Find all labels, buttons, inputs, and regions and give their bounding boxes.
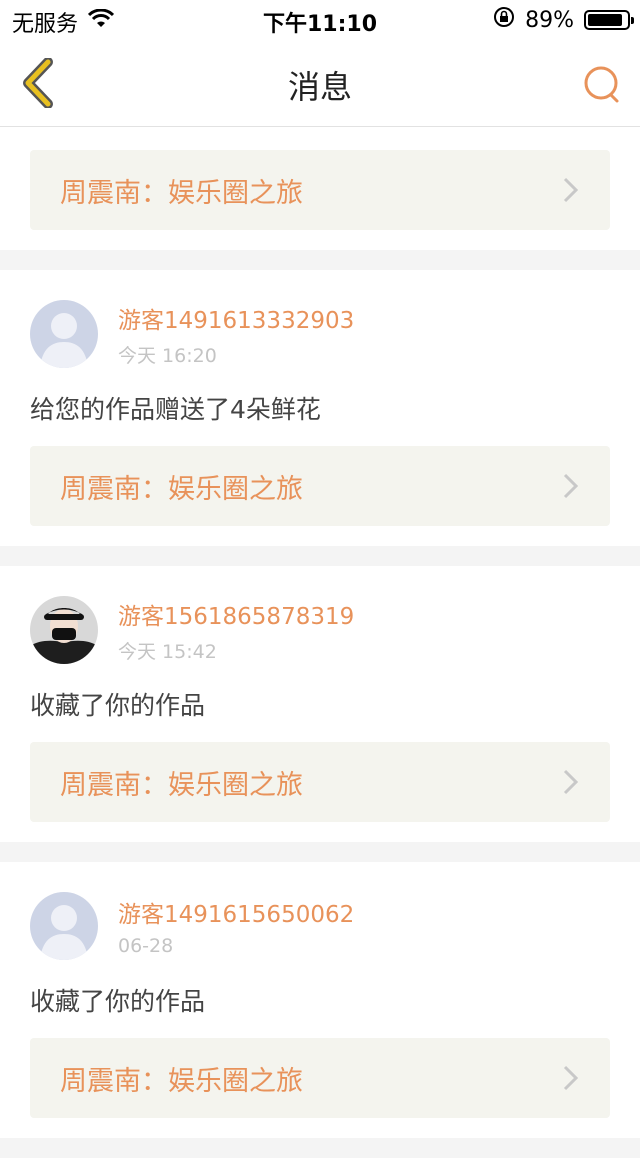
username[interactable]: 游客1491615650062 xyxy=(118,895,354,929)
message-text: 给您的作品赠送了4朵鲜花 xyxy=(30,395,321,424)
battery-icon xyxy=(584,10,634,30)
status-right: 89% xyxy=(493,6,634,34)
search-button[interactable] xyxy=(582,64,622,104)
message-header: 游客1561865878319 今天 15:42 xyxy=(30,566,610,664)
message-card: 周震南：娱乐圈之旅 xyxy=(0,127,640,250)
work-title: 周震南：娱乐圈之旅 xyxy=(60,1065,303,1097)
search-icon xyxy=(584,66,619,103)
page-title: 消息 xyxy=(287,68,352,106)
avatar[interactable] xyxy=(30,892,98,960)
divider xyxy=(0,250,640,270)
work-link[interactable]: 周震南：娱乐圈之旅 xyxy=(30,446,610,526)
work-link[interactable]: 周震南：娱乐圈之旅 xyxy=(30,1038,610,1118)
work-link[interactable]: 周震南：娱乐圈之旅 xyxy=(30,150,610,230)
rotation-lock-icon xyxy=(493,6,515,34)
avatar[interactable] xyxy=(30,596,98,664)
default-avatar-icon xyxy=(30,300,98,368)
work-title: 周震南：娱乐圈之旅 xyxy=(60,177,303,209)
divider xyxy=(0,1138,640,1158)
work-title: 周震南：娱乐圈之旅 xyxy=(60,473,303,505)
chevron-right-icon xyxy=(563,769,579,795)
work-title: 周震南：娱乐圈之旅 xyxy=(60,769,303,801)
chevron-right-icon xyxy=(563,1065,579,1091)
message-text: 收藏了你的作品 xyxy=(30,987,206,1016)
chevron-right-icon xyxy=(563,473,579,499)
timestamp: 今天 16:20 xyxy=(118,344,217,367)
battery-fill xyxy=(588,14,622,26)
avatar[interactable] xyxy=(30,300,98,368)
message-card: 游客1561865878319 今天 15:42 收藏了你的作品 周震南：娱乐圈… xyxy=(0,566,640,842)
username[interactable]: 游客1561865878319 xyxy=(118,597,354,631)
username[interactable]: 游客1491613332903 xyxy=(118,301,354,335)
navbar: 消息 xyxy=(0,40,640,127)
message-meta: 游客1561865878319 今天 15:42 xyxy=(118,597,354,664)
message-card: 游客1491615650062 06-28 收藏了你的作品 周震南：娱乐圈之旅 xyxy=(0,862,640,1138)
message-meta: 游客1491613332903 今天 16:20 xyxy=(118,301,354,368)
message-header: 游客1491615650062 06-28 xyxy=(30,862,610,960)
default-avatar-icon xyxy=(30,892,98,960)
timestamp: 今天 15:42 xyxy=(118,640,217,663)
timestamp: 06-28 xyxy=(118,935,174,957)
divider xyxy=(0,842,640,862)
chevron-right-icon xyxy=(563,177,579,203)
message-list: 周震南：娱乐圈之旅 游客1491613332903 今天 16:20 给您的作品… xyxy=(0,127,640,1158)
work-link[interactable]: 周震南：娱乐圈之旅 xyxy=(30,742,610,822)
status-bar: 无服务 下午11:10 89% xyxy=(0,0,640,40)
photo-avatar-icon xyxy=(30,596,98,664)
message-card: 游客1491613332903 今天 16:20 给您的作品赠送了4朵鲜花 周震… xyxy=(0,270,640,546)
battery-percent: 89% xyxy=(525,7,574,33)
message-text: 收藏了你的作品 xyxy=(30,691,206,720)
divider xyxy=(0,546,640,566)
message-meta: 游客1491615650062 06-28 xyxy=(118,895,354,957)
message-header: 游客1491613332903 今天 16:20 xyxy=(30,270,610,368)
